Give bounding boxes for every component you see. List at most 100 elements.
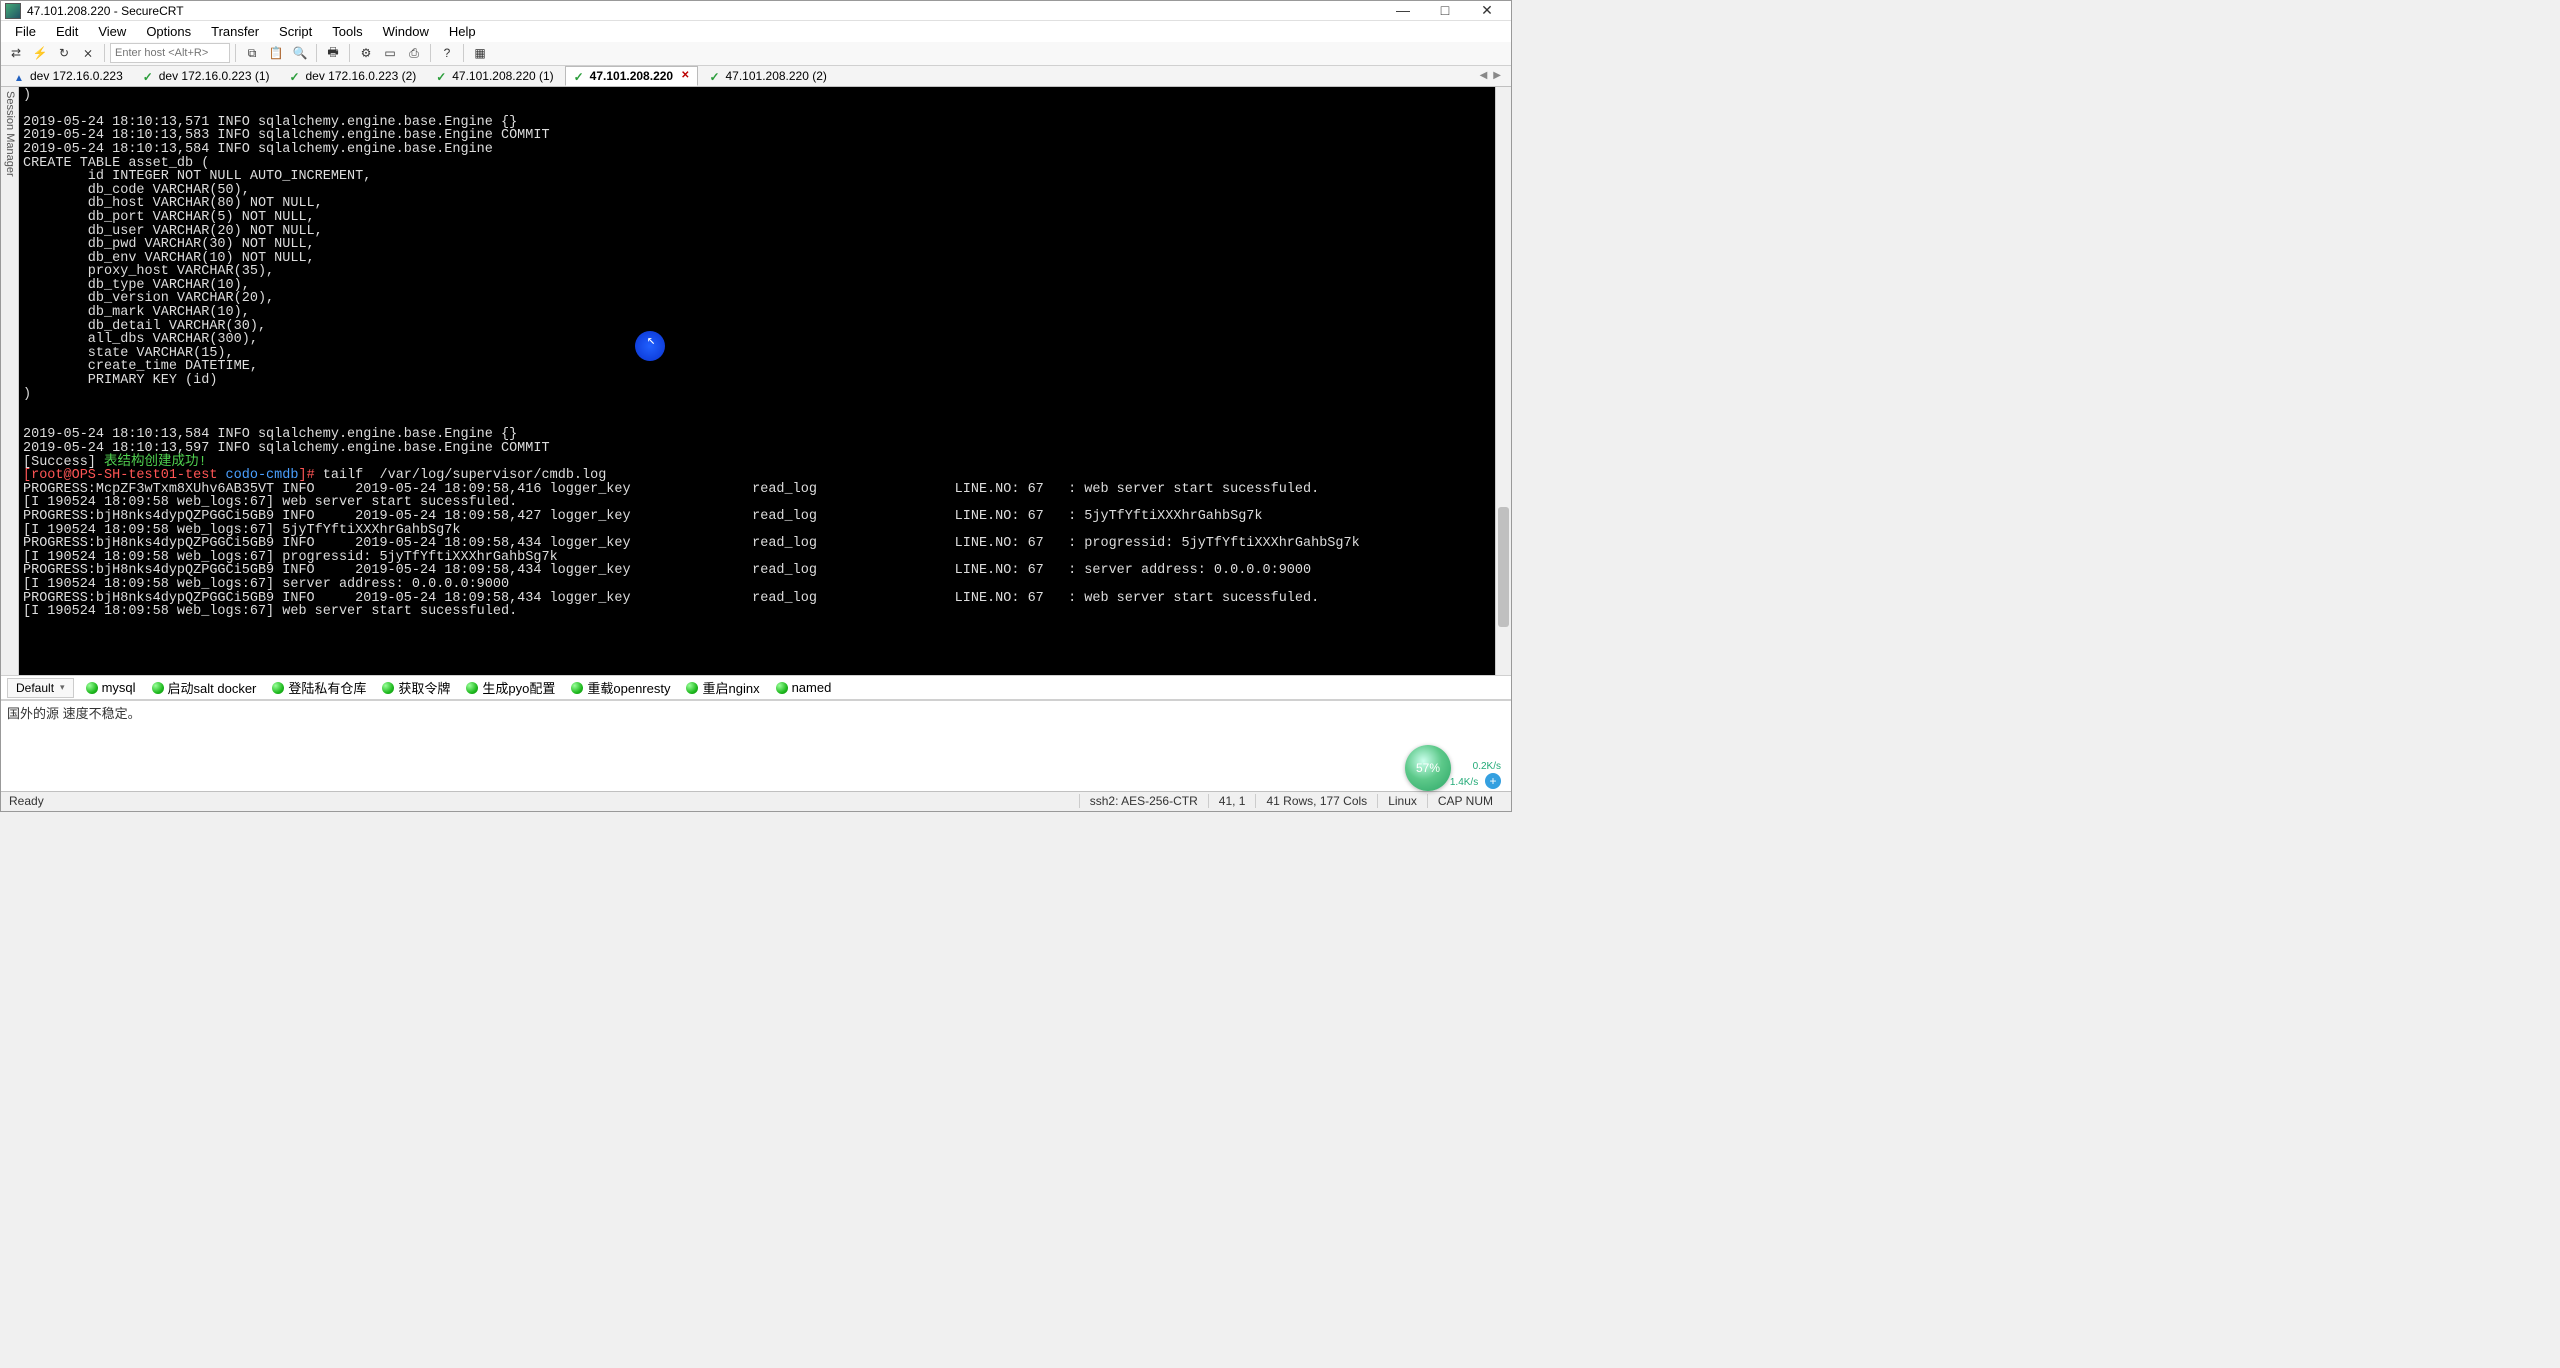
terminal-area: Session Manager ) 2019-05-24 18:10:13,57…: [1, 87, 1511, 676]
status-cipher: ssh2: AES-256-CTR: [1079, 794, 1208, 808]
tab-dev-1[interactable]: dev 172.16.0.223 (1): [134, 66, 279, 86]
toolbar-separator: [104, 44, 105, 62]
toolbar: ⇄ ⚡ ↻ ⨯ ⧉ 📋 🔍 🖶 ⚙ ▭ ⎙ ? ▦: [1, 42, 1511, 66]
reconnect-icon[interactable]: ↻: [53, 42, 75, 64]
tab-close-icon[interactable]: ✕: [681, 70, 689, 81]
net-up: 0.2K/s: [1473, 761, 1501, 772]
overlay-network: 0.2K/s 1.4K/s +: [1450, 761, 1501, 789]
status-icon: [436, 70, 448, 82]
tab-label: dev 172.16.0.223 (1): [159, 69, 270, 83]
help-icon[interactable]: ?: [436, 42, 458, 64]
status-ready: Ready: [9, 794, 1079, 808]
toolbar-separator: [463, 44, 464, 62]
status-icon: [14, 70, 26, 82]
terminal-scrollbar[interactable]: [1495, 87, 1511, 676]
tab-dev-0[interactable]: dev 172.16.0.223: [5, 66, 132, 86]
menu-view[interactable]: View: [90, 22, 134, 41]
dot-icon: [86, 682, 98, 694]
session-manager-tab[interactable]: Session Manager: [1, 87, 19, 676]
overlay-perf-badge[interactable]: 57%: [1405, 745, 1451, 791]
menu-file[interactable]: File: [7, 22, 44, 41]
status-cursor: 41, 1: [1208, 794, 1256, 808]
window-title: 47.101.208.220 - SecureCRT: [27, 4, 1391, 18]
menu-script[interactable]: Script: [271, 22, 320, 41]
tab-nav: ◀ ▶: [1480, 70, 1507, 81]
terminal[interactable]: ) 2019-05-24 18:10:13,571 INFO sqlalchem…: [19, 87, 1495, 676]
tab-next-icon[interactable]: ▶: [1493, 70, 1501, 81]
settings-icon[interactable]: ⚙: [355, 42, 377, 64]
app-icon: [5, 3, 21, 19]
quick-connect-icon[interactable]: ⚡: [29, 42, 51, 64]
tab-label: dev 172.16.0.223: [30, 69, 123, 83]
bbtn-pyo-config[interactable]: 生成pyo配置: [462, 676, 559, 699]
connect-icon[interactable]: ⇄: [5, 42, 27, 64]
tab-host-active[interactable]: 47.101.208.220 ✕: [565, 66, 699, 86]
status-term: Linux: [1377, 794, 1427, 808]
tab-label: dev 172.16.0.223 (2): [306, 69, 417, 83]
tab-label: 47.101.208.220 (1): [452, 69, 553, 83]
button-bar-default[interactable]: Default: [7, 678, 74, 698]
print-icon[interactable]: 🖶: [322, 42, 344, 64]
copy-icon[interactable]: ⧉: [241, 42, 263, 64]
bbtn-reload-openresty[interactable]: 重载openresty: [567, 676, 674, 699]
chat-pane[interactable]: 国外的源 速度不稳定。: [1, 700, 1511, 791]
bbtn-restart-nginx[interactable]: 重启nginx: [682, 676, 763, 699]
tab-host-1[interactable]: 47.101.208.220 (1): [427, 66, 562, 86]
button-bar: Default mysql 启动salt docker 登陆私有仓库 获取令牌 …: [1, 675, 1511, 700]
toolbar-separator: [235, 44, 236, 62]
maximize-button[interactable]: □: [1433, 2, 1457, 19]
menu-edit[interactable]: Edit: [48, 22, 86, 41]
menubar: File Edit View Options Transfer Script T…: [1, 21, 1511, 41]
find-icon[interactable]: 🔍: [289, 42, 311, 64]
toolbar-separator: [430, 44, 431, 62]
screen-pointer-highlight: [635, 331, 665, 361]
tab-label: 47.101.208.220 (2): [725, 69, 826, 83]
tab-host-2[interactable]: 47.101.208.220 (2): [700, 66, 835, 86]
menu-transfer[interactable]: Transfer: [203, 22, 267, 41]
badge-value: 57%: [1416, 761, 1440, 775]
bbtn-get-token[interactable]: 获取令牌: [378, 676, 454, 699]
tab-label: 47.101.208.220: [590, 69, 673, 83]
status-dims: 41 Rows, 177 Cols: [1255, 794, 1377, 808]
scrollbar-thumb[interactable]: [1498, 507, 1509, 627]
close-button[interactable]: ✕: [1475, 2, 1499, 19]
toolbar-separator: [316, 44, 317, 62]
status-icon: [290, 70, 302, 82]
dot-icon: [571, 682, 583, 694]
minimize-button[interactable]: —: [1391, 2, 1415, 19]
window-controls: — □ ✕: [1391, 2, 1499, 19]
menu-help[interactable]: Help: [441, 22, 484, 41]
grid-icon[interactable]: ▦: [469, 42, 491, 64]
tab-prev-icon[interactable]: ◀: [1480, 70, 1488, 81]
host-input[interactable]: [110, 43, 230, 63]
statusbar: Ready ssh2: AES-256-CTR 41, 1 41 Rows, 1…: [1, 791, 1511, 811]
menu-tools[interactable]: Tools: [324, 22, 370, 41]
session-options-icon[interactable]: ▭: [379, 42, 401, 64]
tabbar: dev 172.16.0.223 dev 172.16.0.223 (1) de…: [1, 66, 1511, 87]
dot-icon: [382, 682, 394, 694]
chat-text: 国外的源 速度不稳定。: [7, 706, 141, 721]
net-plus-icon[interactable]: +: [1485, 773, 1501, 789]
dot-icon: [152, 682, 164, 694]
menu-options[interactable]: Options: [138, 22, 199, 41]
menu-window[interactable]: Window: [375, 22, 437, 41]
dot-icon: [776, 682, 788, 694]
disconnect-icon[interactable]: ⨯: [77, 42, 99, 64]
paste-icon[interactable]: 📋: [265, 42, 287, 64]
status-caps: CAP NUM: [1427, 794, 1503, 808]
net-down: 1.4K/s: [1450, 777, 1478, 788]
dot-icon: [272, 682, 284, 694]
titlebar: 47.101.208.220 - SecureCRT — □ ✕: [1, 1, 1511, 21]
trace-icon[interactable]: ⎙: [403, 42, 425, 64]
status-icon: [709, 70, 721, 82]
app-window: 47.101.208.220 - SecureCRT — □ ✕ File Ed…: [0, 0, 1512, 812]
bbtn-registry-login[interactable]: 登陆私有仓库: [268, 676, 370, 699]
status-icon: [574, 70, 586, 82]
bbtn-salt-docker[interactable]: 启动salt docker: [148, 676, 261, 699]
bbtn-named[interactable]: named: [772, 678, 836, 697]
bbtn-mysql[interactable]: mysql: [82, 678, 140, 697]
dot-icon: [466, 682, 478, 694]
tab-dev-2[interactable]: dev 172.16.0.223 (2): [281, 66, 426, 86]
status-icon: [143, 70, 155, 82]
toolbar-separator: [349, 44, 350, 62]
